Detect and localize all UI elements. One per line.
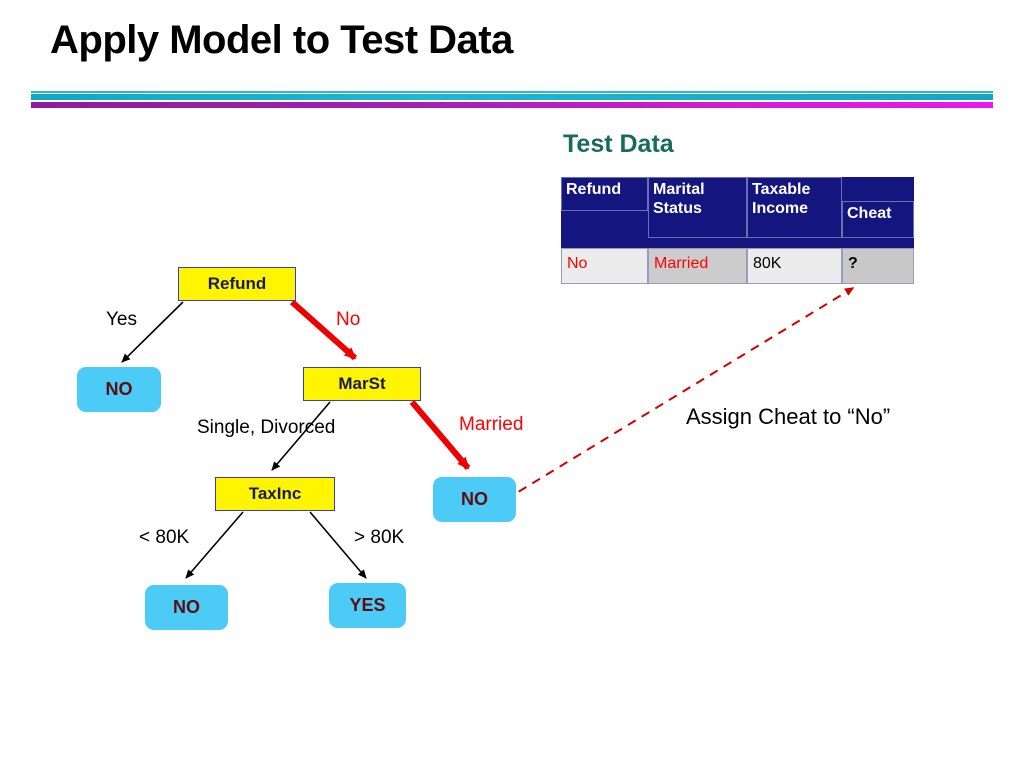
table-cell-taxable-income: 80K xyxy=(747,248,842,284)
edge-label-married: Married xyxy=(459,414,524,435)
edge-label-single-divorced: Single, Divorced xyxy=(197,417,336,438)
table-cell-refund: No xyxy=(561,248,648,284)
table-cell-marital-status: Married xyxy=(648,248,747,284)
page-title: Apply Model to Test Data xyxy=(50,18,513,62)
slide-canvas: Apply Model to Test Data Test Data Refun… xyxy=(0,0,1024,768)
tree-leaf-yes-no[interactable]: NO xyxy=(77,367,161,412)
tree-leaf-gt80k-yes[interactable]: YES xyxy=(329,583,406,628)
table-header-taxable-income: Taxable Income xyxy=(747,177,842,238)
test-data-table: Refund Marital Status Taxable Income Che… xyxy=(561,177,914,284)
tree-node-refund[interactable]: Refund xyxy=(178,267,296,301)
tree-leaf-married-no[interactable]: NO xyxy=(433,477,516,522)
edge-label-lt-80k: < 80K xyxy=(139,527,190,548)
test-data-caption: Test Data xyxy=(563,130,674,158)
edge-label-gt-80k: > 80K xyxy=(354,527,405,548)
divider-purple xyxy=(31,102,993,108)
divider-teal-thin xyxy=(31,91,993,93)
assign-annotation: Assign Cheat to “No” xyxy=(686,404,891,429)
table-cell-cheat: ? xyxy=(842,248,914,284)
table-header-cheat: Cheat xyxy=(842,201,914,238)
edge-label-no: No xyxy=(336,309,361,330)
table-header-refund: Refund xyxy=(561,177,648,211)
tree-node-taxinc[interactable]: TaxInc xyxy=(215,477,335,511)
table-header-marital-status: Marital Status xyxy=(648,177,747,238)
tree-node-marst[interactable]: MarSt xyxy=(303,367,421,401)
edge-label-yes: Yes xyxy=(106,309,137,330)
tree-leaf-lt80k-no[interactable]: NO xyxy=(145,585,228,630)
